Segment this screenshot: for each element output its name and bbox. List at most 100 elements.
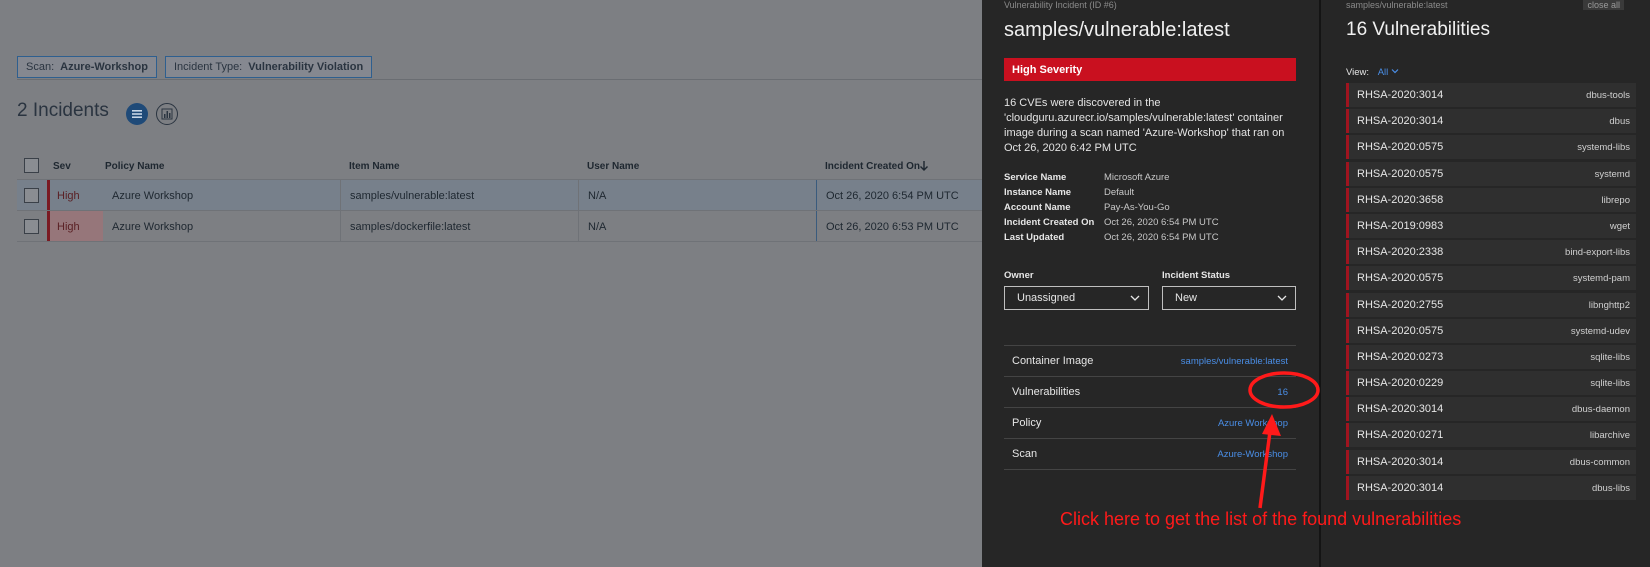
vulnerability-package: dbus-tools (1586, 90, 1630, 101)
status-select[interactable]: New (1162, 286, 1296, 310)
incident-count: 2 Incidents (17, 100, 109, 121)
vulnerability-package: bind-export-libs (1565, 247, 1630, 259)
row-checkbox[interactable] (24, 219, 39, 234)
filter-key: Scan: (26, 61, 55, 73)
owner-label: Owner (1004, 270, 1034, 281)
vulnerability-item[interactable]: RHSA-2020:3014 dbus-common (1346, 449, 1636, 474)
owner-value: Unassigned (1017, 292, 1076, 304)
vulnerabilities-title: 16 Vulnerabilities (1346, 19, 1490, 40)
vulnerability-item[interactable]: RHSA-2020:3014 dbus-libs (1346, 475, 1636, 500)
vulnerabilities-list: RHSA-2020:3014 dbus-tools RHSA-2020:3014 db… (1346, 83, 1636, 502)
vulnerability-package: systemd-pam (1572, 273, 1630, 285)
filter-chip-scan[interactable]: Scan: Azure-Workshop (17, 56, 157, 78)
link-row-container-image: Container Image samples/vulnerable:lates… (1004, 345, 1296, 376)
view-label: View: (1346, 67, 1370, 78)
incidents-page: Scan: Azure-Workshop Incident Type: Vuln… (0, 0, 982, 567)
link-label: Container Image (1012, 355, 1094, 367)
filter-chip-incident-type[interactable]: Incident Type: Vulnerability Violation (164, 56, 373, 78)
meta-value: Pay-As-You-Go (1104, 202, 1170, 213)
link-row-policy: Policy Azure Workshop (1004, 407, 1296, 438)
list-view-button[interactable] (126, 103, 148, 125)
vulnerability-id: RHSA-2020:3014 (1357, 403, 1444, 416)
meta-label: Last Updated (1004, 232, 1065, 243)
scan-link[interactable]: Azure-Workshop (1217, 449, 1288, 460)
incident-id-label: Vulnerability Incident (ID #6) (1004, 0, 1117, 10)
meta-label: Account Name (1004, 202, 1071, 213)
meta-label: Incident Created On (1004, 217, 1095, 228)
vulnerability-item[interactable]: RHSA-2020:0271 libarchive (1346, 423, 1636, 448)
vulnerability-item[interactable]: RHSA-2020:0575 systemd-libs (1346, 135, 1636, 160)
user-cell: N/A (588, 221, 607, 233)
column-divider (816, 180, 817, 210)
vulnerability-package: libarchive (1589, 430, 1630, 442)
incident-description: 16 CVEs were discovered in the 'cloudgur… (1004, 97, 1285, 154)
meta-value: Microsoft Azure (1104, 172, 1170, 183)
link-label: Vulnerabilities (1012, 386, 1081, 398)
filter-value: Azure-Workshop (60, 61, 148, 73)
vulnerabilities-count-link[interactable]: 16 (1277, 387, 1288, 398)
divider (17, 79, 982, 80)
vulnerability-item[interactable]: RHSA-2020:0273 sqlite-libs (1346, 344, 1636, 369)
item-cell: samples/vulnerable:latest (350, 190, 475, 202)
policy-link[interactable]: Azure Workshop (1218, 418, 1288, 429)
vulnerability-id: RHSA-2020:3014 (1357, 89, 1444, 101)
vulnerability-id: RHSA-2020:3014 (1357, 481, 1444, 494)
arrow-down-icon[interactable] (919, 160, 929, 172)
vulnerability-item[interactable]: RHSA-2020:2338 bind-export-libs (1346, 240, 1636, 265)
incident-title: samples/vulnerable:latest (1004, 19, 1230, 41)
vulnerability-item[interactable]: RHSA-2020:0575 systemd (1346, 161, 1636, 186)
filter-key: Incident Type: (173, 61, 243, 73)
status-label: Incident Status (1162, 270, 1231, 281)
vulnerability-package: dbus (1609, 116, 1630, 128)
column-header-policy[interactable]: Policy Name (105, 161, 164, 172)
column-header-user[interactable]: User Name (587, 161, 639, 172)
column-header-item[interactable]: Item Name (349, 161, 400, 172)
column-header-sev[interactable]: Sev (53, 161, 71, 172)
vulnerability-item[interactable]: RHSA-2020:0229 sqlite-libs (1346, 371, 1636, 396)
column-header-created[interactable]: Incident Created On (825, 161, 920, 172)
created-cell: Oct 26, 2020 6:53 PM UTC (826, 221, 959, 233)
select-all-checkbox[interactable] (24, 158, 39, 173)
column-divider (340, 180, 341, 210)
vulnerability-item[interactable]: RHSA-2020:3014 dbus (1346, 109, 1636, 134)
table-row[interactable]: High Azure Workshop samples/dockerfile:l… (17, 211, 982, 242)
severity-label: High (57, 190, 80, 202)
vulnerability-package: sqlite-libs (1590, 378, 1630, 390)
severity-label: High (57, 221, 80, 233)
vulnerability-item[interactable]: RHSA-2020:3658 librepo (1346, 187, 1636, 212)
incidents-table: Sev Policy Name Item Name User Name Inci… (17, 153, 982, 242)
vulnerability-item[interactable]: RHSA-2020:0575 systemd-pam (1346, 266, 1636, 291)
link-label: Policy (1012, 417, 1042, 429)
vulnerability-item[interactable]: RHSA-2020:2755 libnghttp2 (1346, 292, 1636, 317)
owner-select[interactable]: Unassigned (1004, 286, 1149, 310)
chevron-down-icon (1277, 291, 1287, 308)
user-cell: N/A (588, 190, 607, 202)
vulnerability-id: RHSA-2019:0983 (1357, 219, 1444, 232)
vulnerability-id: RHSA-2020:0271 (1357, 429, 1444, 442)
chart-view-button[interactable] (156, 103, 178, 125)
vulnerability-item[interactable]: RHSA-2020:3014 dbus-daemon (1346, 397, 1636, 422)
close-all-button[interactable]: close all (1583, 0, 1624, 10)
meta-value: Oct 26, 2020 6:54 PM UTC (1104, 217, 1219, 228)
vulnerabilities-subtitle: samples/vulnerable:latest (1346, 0, 1448, 10)
column-divider (578, 211, 579, 241)
row-checkbox[interactable] (24, 188, 39, 203)
vulnerability-id: RHSA-2020:2755 (1357, 298, 1444, 311)
vulnerability-id: RHSA-2020:0575 (1357, 167, 1444, 180)
vulnerability-package: dbus-common (1569, 456, 1630, 468)
vulnerability-item[interactable]: RHSA-2020:3014 dbus-tools (1346, 83, 1636, 107)
container-image-link[interactable]: samples/vulnerable:latest (1181, 356, 1288, 367)
list-icon (132, 110, 142, 118)
vulnerability-item[interactable]: RHSA-2019:0983 wget (1346, 213, 1636, 238)
vulnerability-id: RHSA-2020:0229 (1357, 377, 1444, 390)
view-dropdown[interactable]: All (1378, 67, 1399, 78)
table-row[interactable]: High Azure Workshop samples/vulnerable:l… (17, 180, 982, 211)
vulnerability-package: wget (1609, 220, 1630, 232)
severity-text: High Severity (1012, 63, 1083, 76)
chevron-down-icon (1391, 69, 1399, 74)
vulnerability-item[interactable]: RHSA-2020:0575 systemd-udev (1346, 318, 1636, 343)
vulnerability-id: RHSA-2020:0575 (1357, 272, 1444, 285)
vulnerability-package: dbus-daemon (1571, 404, 1630, 416)
vulnerability-id: RHSA-2020:3658 (1357, 193, 1444, 206)
vulnerability-id: RHSA-2020:0575 (1357, 141, 1444, 154)
